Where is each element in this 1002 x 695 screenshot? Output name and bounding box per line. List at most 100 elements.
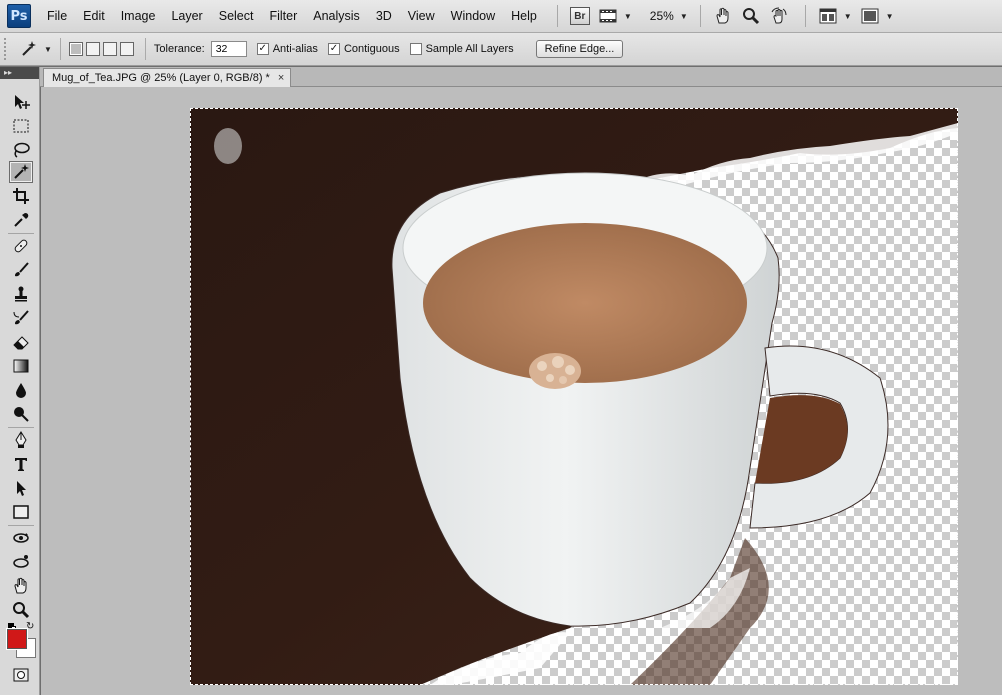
menu-edit[interactable]: Edit — [75, 5, 113, 27]
3d-orbit-icon — [13, 555, 29, 568]
crop-tool[interactable] — [9, 185, 33, 207]
document-canvas[interactable] — [190, 108, 958, 685]
menu-filter[interactable]: Filter — [261, 5, 305, 27]
bandage-icon — [14, 239, 28, 253]
eraser-icon — [13, 336, 29, 350]
magnifier-icon — [13, 602, 30, 619]
arrange-layout-icon — [818, 6, 838, 26]
swap-colors-icon[interactable]: ↻ — [26, 621, 34, 632]
refine-edge-button[interactable]: Refine Edge... — [535, 40, 624, 58]
document-tab[interactable]: Mug_of_Tea.JPG @ 25% (Layer 0, RGB/8) * … — [43, 68, 292, 87]
bridge-button[interactable]: Br — [569, 5, 590, 27]
zoom-tool-button[interactable] — [741, 5, 761, 27]
selection-marquee — [190, 108, 958, 685]
menu-window[interactable]: Window — [443, 5, 503, 27]
magic-wand-tool[interactable] — [9, 161, 33, 183]
magic-wand-icon — [14, 164, 29, 179]
toolbox-divider — [8, 525, 34, 526]
chevron-down-icon: ▼ — [623, 11, 632, 21]
intersect-selection-button[interactable] — [119, 42, 134, 56]
add-to-selection-button[interactable] — [85, 42, 100, 56]
contiguous-checkbox[interactable]: ✓ Contiguous — [327, 43, 400, 55]
screen-mode-button[interactable]: ▼ — [860, 5, 894, 27]
options-bar-grip[interactable] — [4, 38, 8, 60]
drop-icon — [16, 383, 26, 398]
options-bar: ▼ Tolerance: ✓ Anti-alias ✓ Contiguous S… — [0, 33, 1002, 66]
new-selection-button[interactable] — [68, 42, 83, 56]
canvas-area[interactable] — [41, 87, 1002, 695]
anti-alias-checkbox[interactable]: ✓ Anti-alias — [256, 43, 318, 55]
path-selection-tool[interactable] — [9, 477, 33, 499]
arrange-documents-button[interactable]: ▼ — [818, 5, 852, 27]
spot-healing-brush-tool[interactable] — [9, 235, 33, 257]
eyedropper-tool[interactable] — [9, 209, 33, 231]
rotate-hand-icon — [769, 6, 789, 26]
menu-layer[interactable]: Layer — [163, 5, 210, 27]
arrow-pointer-icon — [17, 481, 26, 496]
3d-rotate-tool[interactable] — [9, 527, 33, 549]
zoom-level-dropdown[interactable]: 25% ▼ — [650, 9, 688, 23]
menu-select[interactable]: Select — [211, 5, 262, 27]
brush-tool[interactable] — [9, 259, 33, 281]
hand-tool-button[interactable] — [713, 5, 733, 27]
menu-view[interactable]: View — [400, 5, 443, 27]
quick-mask-button[interactable] — [9, 664, 33, 686]
history-brush-tool[interactable] — [9, 307, 33, 329]
sample-all-layers-checkbox[interactable]: Sample All Layers — [409, 43, 514, 55]
menu-analysis[interactable]: Analysis — [305, 5, 368, 27]
filmstrip-icon — [598, 6, 618, 26]
gradient-icon — [13, 359, 29, 373]
lasso-tool[interactable] — [9, 139, 33, 161]
menu-help[interactable]: Help — [503, 5, 545, 27]
tolerance-label: Tolerance: — [153, 43, 205, 55]
eyedropper-icon — [14, 213, 29, 227]
move-tool[interactable] — [9, 91, 33, 113]
chevron-down-icon: ▼ — [843, 11, 852, 21]
toolbox-divider — [8, 233, 34, 234]
mini-bridge-button[interactable]: ▼ — [598, 5, 632, 27]
tool-preset-picker[interactable]: ▼ — [18, 39, 52, 59]
move-icon — [15, 95, 30, 109]
sample-all-layers-label: Sample All Layers — [425, 43, 514, 55]
toolbox: ▸▸ ↻ — [0, 67, 40, 695]
type-icon — [15, 458, 27, 471]
brush-icon — [15, 262, 29, 277]
document-tab-title: Mug_of_Tea.JPG @ 25% (Layer 0, RGB/8) * — [52, 72, 270, 84]
screen-mode-icon — [860, 6, 880, 26]
menu-bar: Ps File Edit Image Layer Select Filter A… — [0, 0, 1002, 33]
magnifier-icon — [741, 6, 761, 26]
pen-tool[interactable] — [9, 429, 33, 451]
tolerance-input[interactable] — [210, 41, 247, 57]
checkbox-checked-icon: ✓ — [256, 43, 269, 55]
stamp-icon — [15, 286, 27, 302]
menu-file[interactable]: File — [39, 5, 75, 27]
toolbox-collapse-button[interactable]: ▸▸ — [0, 67, 39, 79]
menu-3d[interactable]: 3D — [368, 5, 400, 27]
menu-image[interactable]: Image — [113, 5, 164, 27]
menu-separator — [699, 5, 701, 27]
type-tool[interactable] — [9, 453, 33, 475]
clone-stamp-tool[interactable] — [9, 283, 33, 305]
zoom-tool[interactable] — [9, 599, 33, 621]
subtract-from-selection-button[interactable] — [102, 42, 117, 56]
rectangular-marquee-tool[interactable] — [9, 115, 33, 137]
chevron-down-icon: ▼ — [885, 11, 894, 21]
hand-icon — [713, 6, 733, 26]
document-tab-strip: Mug_of_Tea.JPG @ 25% (Layer 0, RGB/8) * … — [40, 67, 1002, 87]
checkbox-unchecked-icon — [409, 43, 422, 55]
rectangle-tool[interactable] — [9, 501, 33, 523]
anti-alias-label: Anti-alias — [272, 43, 318, 55]
blur-tool[interactable] — [9, 379, 33, 401]
lasso-icon — [14, 142, 30, 158]
rotate-view-button[interactable] — [769, 5, 789, 27]
dodge-tool[interactable] — [9, 403, 33, 425]
foreground-color-swatch[interactable] — [7, 629, 27, 649]
options-separator — [144, 38, 146, 60]
gradient-tool[interactable] — [9, 355, 33, 377]
close-icon[interactable]: × — [278, 69, 284, 87]
eraser-tool[interactable] — [9, 331, 33, 353]
hand-tool[interactable] — [9, 575, 33, 597]
3d-orbit-tool[interactable] — [9, 551, 33, 573]
chevron-down-icon: ▼ — [44, 44, 52, 54]
history-brush-icon — [13, 310, 29, 325]
